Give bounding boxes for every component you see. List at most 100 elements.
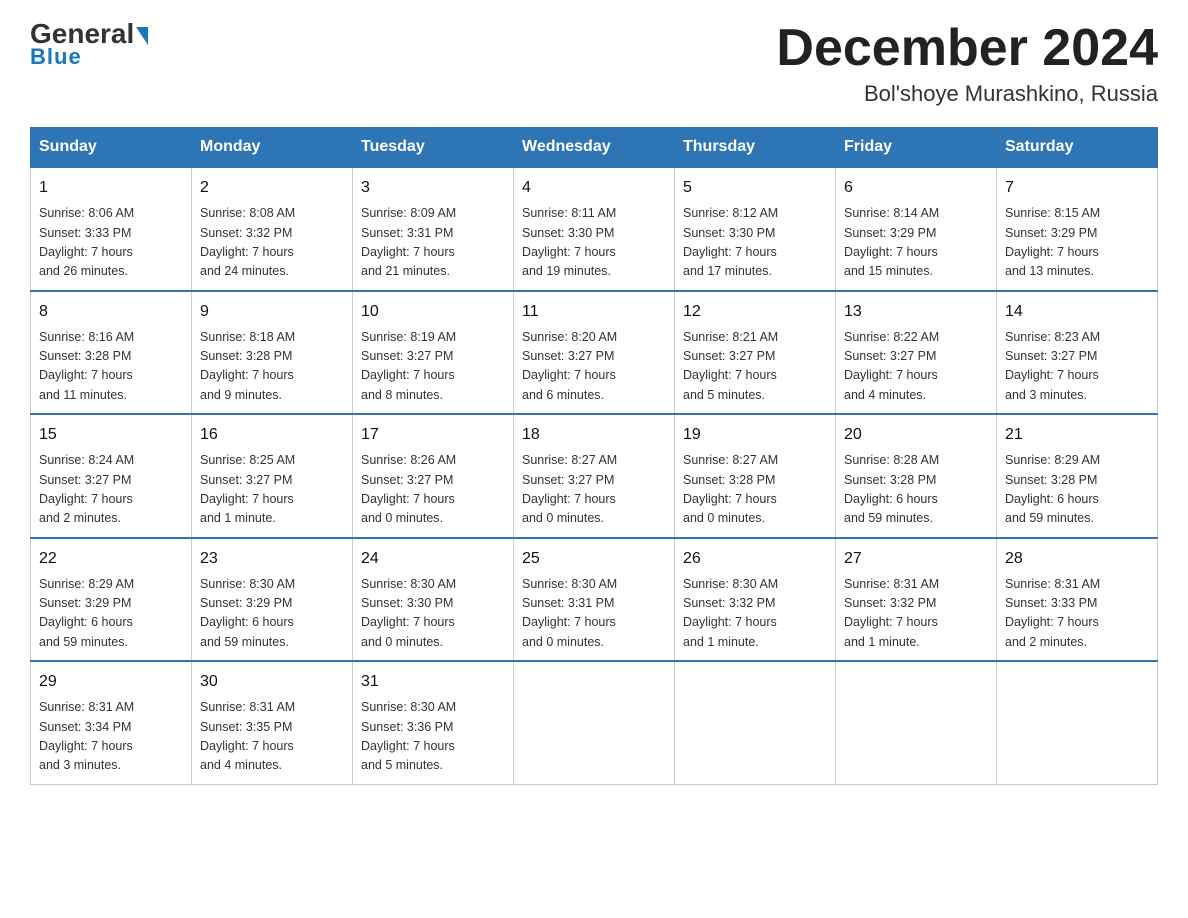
calendar-cell: 17 Sunrise: 8:26 AM Sunset: 3:27 PM Dayli… <box>353 414 514 538</box>
day-number: 20 <box>844 423 988 447</box>
calendar-cell: 15 Sunrise: 8:24 AM Sunset: 3:27 PM Dayli… <box>31 414 192 538</box>
calendar-cell: 30 Sunrise: 8:31 AM Sunset: 3:35 PM Dayli… <box>192 661 353 784</box>
day-info: Sunrise: 8:15 AM Sunset: 3:29 PM Dayligh… <box>1005 204 1149 282</box>
calendar-week-2: 8 Sunrise: 8:16 AM Sunset: 3:28 PM Daylig… <box>31 291 1158 415</box>
calendar-cell: 13Sunrise: 8:22 AM Sunset: 3:27 PM Dayli… <box>836 291 997 415</box>
calendar-cell: 14 Sunrise: 8:23 AM Sunset: 3:27 PM Dayli… <box>997 291 1158 415</box>
month-title: December 2024 <box>776 20 1158 77</box>
calendar-cell: 23 Sunrise: 8:30 AM Sunset: 3:29 PM Dayli… <box>192 538 353 662</box>
calendar-cell: 7Sunrise: 8:15 AM Sunset: 3:29 PM Daylig… <box>997 167 1158 291</box>
day-number: 26 <box>683 547 827 571</box>
calendar-week-3: 15 Sunrise: 8:24 AM Sunset: 3:27 PM Dayli… <box>31 414 1158 538</box>
calendar-cell: 6Sunrise: 8:14 AM Sunset: 3:29 PM Daylig… <box>836 167 997 291</box>
calendar-cell: 8 Sunrise: 8:16 AM Sunset: 3:28 PM Daylig… <box>31 291 192 415</box>
weekday-header-wednesday: Wednesday <box>514 128 675 168</box>
day-number: 15 <box>39 423 183 447</box>
day-info: Sunrise: 8:30 AM Sunset: 3:29 PM Dayligh… <box>200 575 344 653</box>
calendar-cell: 16 Sunrise: 8:25 AM Sunset: 3:27 PM Dayli… <box>192 414 353 538</box>
day-info: Sunrise: 8:30 AM Sunset: 3:31 PM Dayligh… <box>522 575 666 653</box>
calendar-cell: 12Sunrise: 8:21 AM Sunset: 3:27 PM Dayli… <box>675 291 836 415</box>
calendar-cell: 10 Sunrise: 8:19 AM Sunset: 3:27 PM Dayli… <box>353 291 514 415</box>
calendar-week-5: 29 Sunrise: 8:31 AM Sunset: 3:34 PM Dayli… <box>31 661 1158 784</box>
day-info: Sunrise: 8:20 AM Sunset: 3:27 PM Dayligh… <box>522 328 666 406</box>
day-number: 10 <box>361 300 505 324</box>
calendar-cell: 18 Sunrise: 8:27 AM Sunset: 3:27 PM Dayli… <box>514 414 675 538</box>
day-number: 22 <box>39 547 183 571</box>
calendar-cell: 31 Sunrise: 8:30 AM Sunset: 3:36 PM Dayli… <box>353 661 514 784</box>
day-number: 6 <box>844 176 988 200</box>
location-title: Bol'shoye Murashkino, Russia <box>776 81 1158 107</box>
day-info: Sunrise: 8:31 AM Sunset: 3:32 PM Dayligh… <box>844 575 988 653</box>
day-info: Sunrise: 8:16 AM Sunset: 3:28 PM Dayligh… <box>39 328 183 406</box>
day-info: Sunrise: 8:24 AM Sunset: 3:27 PM Dayligh… <box>39 451 183 529</box>
day-number: 8 <box>39 300 183 324</box>
day-info: Sunrise: 8:31 AM Sunset: 3:33 PM Dayligh… <box>1005 575 1149 653</box>
day-info: Sunrise: 8:18 AM Sunset: 3:28 PM Dayligh… <box>200 328 344 406</box>
day-number: 2 <box>200 176 344 200</box>
day-number: 28 <box>1005 547 1149 571</box>
calendar-cell: 26 Sunrise: 8:30 AM Sunset: 3:32 PM Dayli… <box>675 538 836 662</box>
day-info: Sunrise: 8:21 AM Sunset: 3:27 PM Dayligh… <box>683 328 827 406</box>
day-info: Sunrise: 8:19 AM Sunset: 3:27 PM Dayligh… <box>361 328 505 406</box>
day-number: 30 <box>200 670 344 694</box>
calendar-header: SundayMondayTuesdayWednesdayThursdayFrid… <box>31 128 1158 168</box>
weekday-header-friday: Friday <box>836 128 997 168</box>
weekday-header-row: SundayMondayTuesdayWednesdayThursdayFrid… <box>31 128 1158 168</box>
day-info: Sunrise: 8:29 AM Sunset: 3:28 PM Dayligh… <box>1005 451 1149 529</box>
day-info: Sunrise: 8:22 AM Sunset: 3:27 PM Dayligh… <box>844 328 988 406</box>
calendar-cell: 28 Sunrise: 8:31 AM Sunset: 3:33 PM Dayli… <box>997 538 1158 662</box>
day-number: 9 <box>200 300 344 324</box>
logo: General Blue <box>30 20 148 70</box>
day-info: Sunrise: 8:26 AM Sunset: 3:27 PM Dayligh… <box>361 451 505 529</box>
calendar-cell: 19Sunrise: 8:27 AM Sunset: 3:28 PM Dayli… <box>675 414 836 538</box>
calendar-cell: 3Sunrise: 8:09 AM Sunset: 3:31 PM Daylig… <box>353 167 514 291</box>
day-info: Sunrise: 8:31 AM Sunset: 3:34 PM Dayligh… <box>39 698 183 776</box>
logo-blue: Blue <box>30 44 82 70</box>
day-info: Sunrise: 8:28 AM Sunset: 3:28 PM Dayligh… <box>844 451 988 529</box>
day-number: 14 <box>1005 300 1149 324</box>
day-number: 23 <box>200 547 344 571</box>
day-info: Sunrise: 8:09 AM Sunset: 3:31 PM Dayligh… <box>361 204 505 282</box>
weekday-header-saturday: Saturday <box>997 128 1158 168</box>
day-number: 16 <box>200 423 344 447</box>
day-number: 5 <box>683 176 827 200</box>
day-number: 31 <box>361 670 505 694</box>
weekday-header-thursday: Thursday <box>675 128 836 168</box>
calendar-cell <box>514 661 675 784</box>
day-info: Sunrise: 8:23 AM Sunset: 3:27 PM Dayligh… <box>1005 328 1149 406</box>
calendar-cell: 29 Sunrise: 8:31 AM Sunset: 3:34 PM Dayli… <box>31 661 192 784</box>
day-info: Sunrise: 8:31 AM Sunset: 3:35 PM Dayligh… <box>200 698 344 776</box>
day-info: Sunrise: 8:27 AM Sunset: 3:27 PM Dayligh… <box>522 451 666 529</box>
calendar-cell <box>836 661 997 784</box>
day-number: 29 <box>39 670 183 694</box>
day-info: Sunrise: 8:11 AM Sunset: 3:30 PM Dayligh… <box>522 204 666 282</box>
calendar-cell <box>675 661 836 784</box>
calendar-cell: 1Sunrise: 8:06 AM Sunset: 3:33 PM Daylig… <box>31 167 192 291</box>
day-info: Sunrise: 8:06 AM Sunset: 3:33 PM Dayligh… <box>39 204 183 282</box>
weekday-header-monday: Monday <box>192 128 353 168</box>
day-info: Sunrise: 8:25 AM Sunset: 3:27 PM Dayligh… <box>200 451 344 529</box>
calendar-cell: 5 Sunrise: 8:12 AM Sunset: 3:30 PM Daylig… <box>675 167 836 291</box>
title-area: December 2024 Bol'shoye Murashkino, Russ… <box>776 20 1158 107</box>
day-number: 18 <box>522 423 666 447</box>
day-info: Sunrise: 8:29 AM Sunset: 3:29 PM Dayligh… <box>39 575 183 653</box>
day-info: Sunrise: 8:30 AM Sunset: 3:36 PM Dayligh… <box>361 698 505 776</box>
day-number: 17 <box>361 423 505 447</box>
day-number: 11 <box>522 300 666 324</box>
calendar-cell: 24Sunrise: 8:30 AM Sunset: 3:30 PM Dayli… <box>353 538 514 662</box>
weekday-header-tuesday: Tuesday <box>353 128 514 168</box>
day-info: Sunrise: 8:08 AM Sunset: 3:32 PM Dayligh… <box>200 204 344 282</box>
calendar-cell: 21Sunrise: 8:29 AM Sunset: 3:28 PM Dayli… <box>997 414 1158 538</box>
calendar-cell <box>997 661 1158 784</box>
calendar-cell: 20 Sunrise: 8:28 AM Sunset: 3:28 PM Dayli… <box>836 414 997 538</box>
day-info: Sunrise: 8:12 AM Sunset: 3:30 PM Dayligh… <box>683 204 827 282</box>
calendar-cell: 4Sunrise: 8:11 AM Sunset: 3:30 PM Daylig… <box>514 167 675 291</box>
calendar-cell: 25Sunrise: 8:30 AM Sunset: 3:31 PM Dayli… <box>514 538 675 662</box>
calendar-week-1: 1Sunrise: 8:06 AM Sunset: 3:33 PM Daylig… <box>31 167 1158 291</box>
logo-triangle-icon <box>136 27 148 45</box>
calendar-cell: 22 Sunrise: 8:29 AM Sunset: 3:29 PM Dayli… <box>31 538 192 662</box>
day-number: 19 <box>683 423 827 447</box>
weekday-header-sunday: Sunday <box>31 128 192 168</box>
calendar-week-4: 22 Sunrise: 8:29 AM Sunset: 3:29 PM Dayli… <box>31 538 1158 662</box>
day-info: Sunrise: 8:30 AM Sunset: 3:32 PM Dayligh… <box>683 575 827 653</box>
